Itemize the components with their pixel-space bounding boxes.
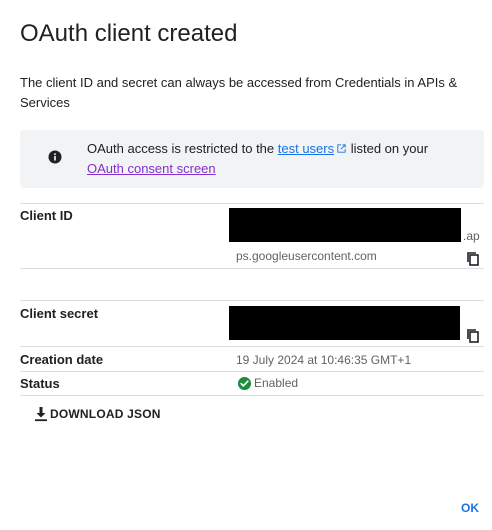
notice-text-part2: listed on your [347, 141, 429, 156]
divider [20, 300, 484, 301]
download-json-button[interactable]: DOWNLOAD JSON [34, 404, 161, 424]
creation-date-label: Creation date [20, 352, 104, 367]
client-id-redaction [229, 208, 461, 242]
restriction-notice: OAuth access is restricted to the test u… [20, 130, 484, 188]
status-text: Enabled [254, 376, 299, 390]
client-secret-label: Client secret [20, 306, 99, 321]
divider [20, 346, 484, 347]
divider [20, 203, 484, 204]
creation-date-value: 19 July 2024 at 10:46:35 GMT+1 [236, 353, 412, 367]
divider [20, 395, 484, 396]
external-link-icon[interactable] [336, 143, 347, 154]
download-json-label: DOWNLOAD JSON [50, 407, 161, 421]
client-secret-redaction [229, 306, 460, 340]
copy-client-id-icon[interactable] [465, 251, 481, 267]
download-icon [35, 407, 47, 422]
check-circle-icon [237, 376, 252, 390]
copy-client-secret-icon[interactable] [465, 328, 481, 344]
test-users-link[interactable]: test users [278, 141, 334, 156]
dialog-title: OAuth client created [20, 20, 238, 47]
divider [20, 268, 484, 269]
notice-text: OAuth access is restricted to the test u… [87, 139, 467, 179]
status-value: Enabled [237, 375, 298, 391]
oauth-consent-screen-link[interactable]: OAuth consent screen [87, 161, 216, 176]
dialog-intro-text: The client ID and secret can always be a… [20, 75, 458, 110]
ok-button[interactable]: OK [455, 498, 485, 518]
divider [20, 371, 484, 372]
info-icon [48, 150, 62, 164]
notice-text-part1: OAuth access is restricted to the [87, 141, 278, 156]
client-id-value-line2: ps.googleusercontent.com [236, 249, 377, 263]
client-id-label: Client ID [20, 208, 73, 223]
client-id-value-tail: .ap [463, 229, 480, 243]
status-label: Status [20, 376, 60, 391]
